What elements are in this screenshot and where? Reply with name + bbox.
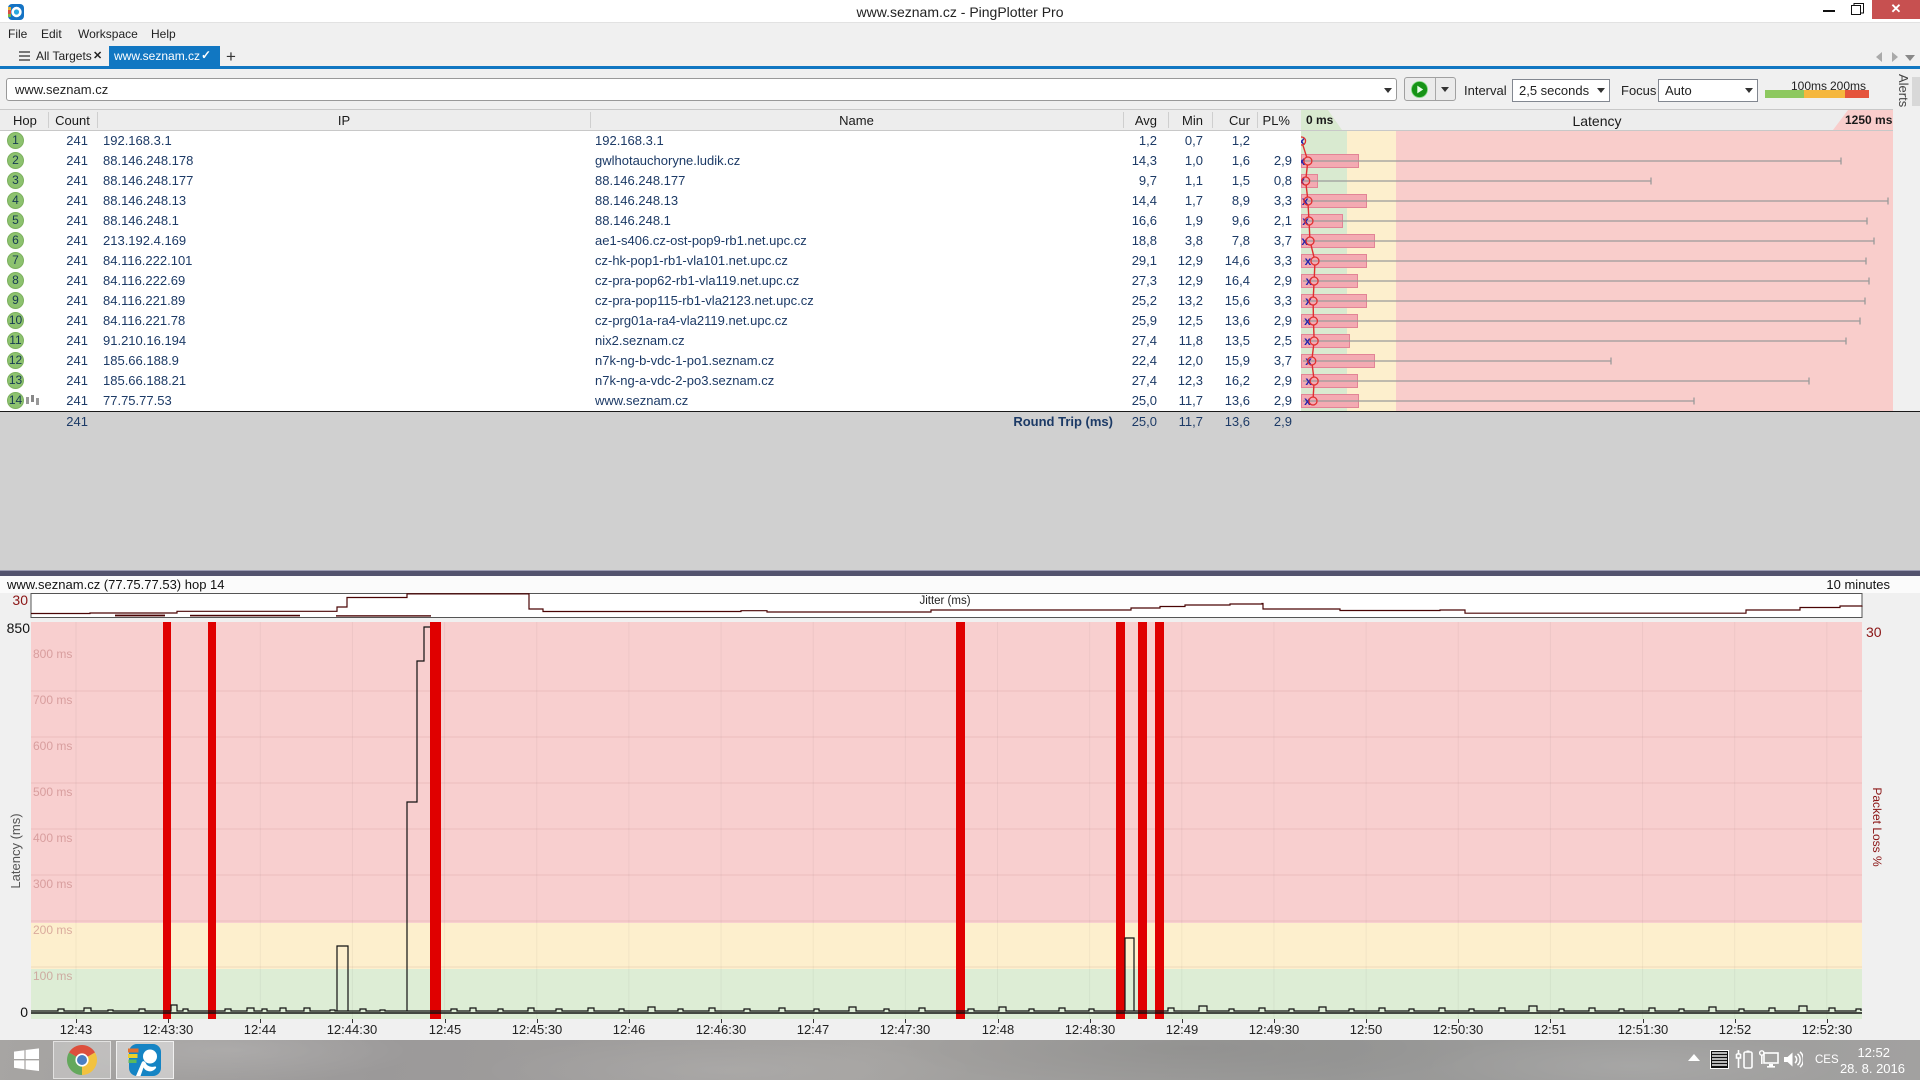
svg-text:800 ms: 800 ms <box>33 647 72 661</box>
svg-text:Jitter (ms): Jitter (ms) <box>919 595 970 607</box>
svg-text:30: 30 <box>12 593 28 608</box>
svg-text:400 ms: 400 ms <box>33 831 72 845</box>
svg-text:850: 850 <box>7 620 31 636</box>
svg-text:x: x <box>1302 214 1309 228</box>
svg-text:Latency (ms): Latency (ms) <box>8 813 23 888</box>
svg-text:x: x <box>1304 314 1311 328</box>
svg-text:600 ms: 600 ms <box>33 739 72 753</box>
svg-text:100 ms: 100 ms <box>33 969 72 983</box>
svg-text:x: x <box>1305 374 1312 388</box>
svg-text:300 ms: 300 ms <box>33 877 72 891</box>
svg-text:30: 30 <box>1866 624 1882 640</box>
svg-text:200 ms: 200 ms <box>33 923 72 937</box>
svg-text:700 ms: 700 ms <box>33 693 72 707</box>
svg-text:x: x <box>1301 134 1305 148</box>
svg-text:x: x <box>1301 234 1308 248</box>
svg-text:x: x <box>1302 194 1309 208</box>
svg-text:500 ms: 500 ms <box>33 785 72 799</box>
svg-text:x: x <box>1304 394 1311 408</box>
svg-text:x: x <box>1305 354 1312 368</box>
svg-text:x: x <box>1306 274 1313 288</box>
svg-text:x: x <box>1301 154 1305 168</box>
svg-text:Packet Loss %: Packet Loss % <box>1870 787 1884 867</box>
svg-text:0: 0 <box>20 1004 28 1020</box>
